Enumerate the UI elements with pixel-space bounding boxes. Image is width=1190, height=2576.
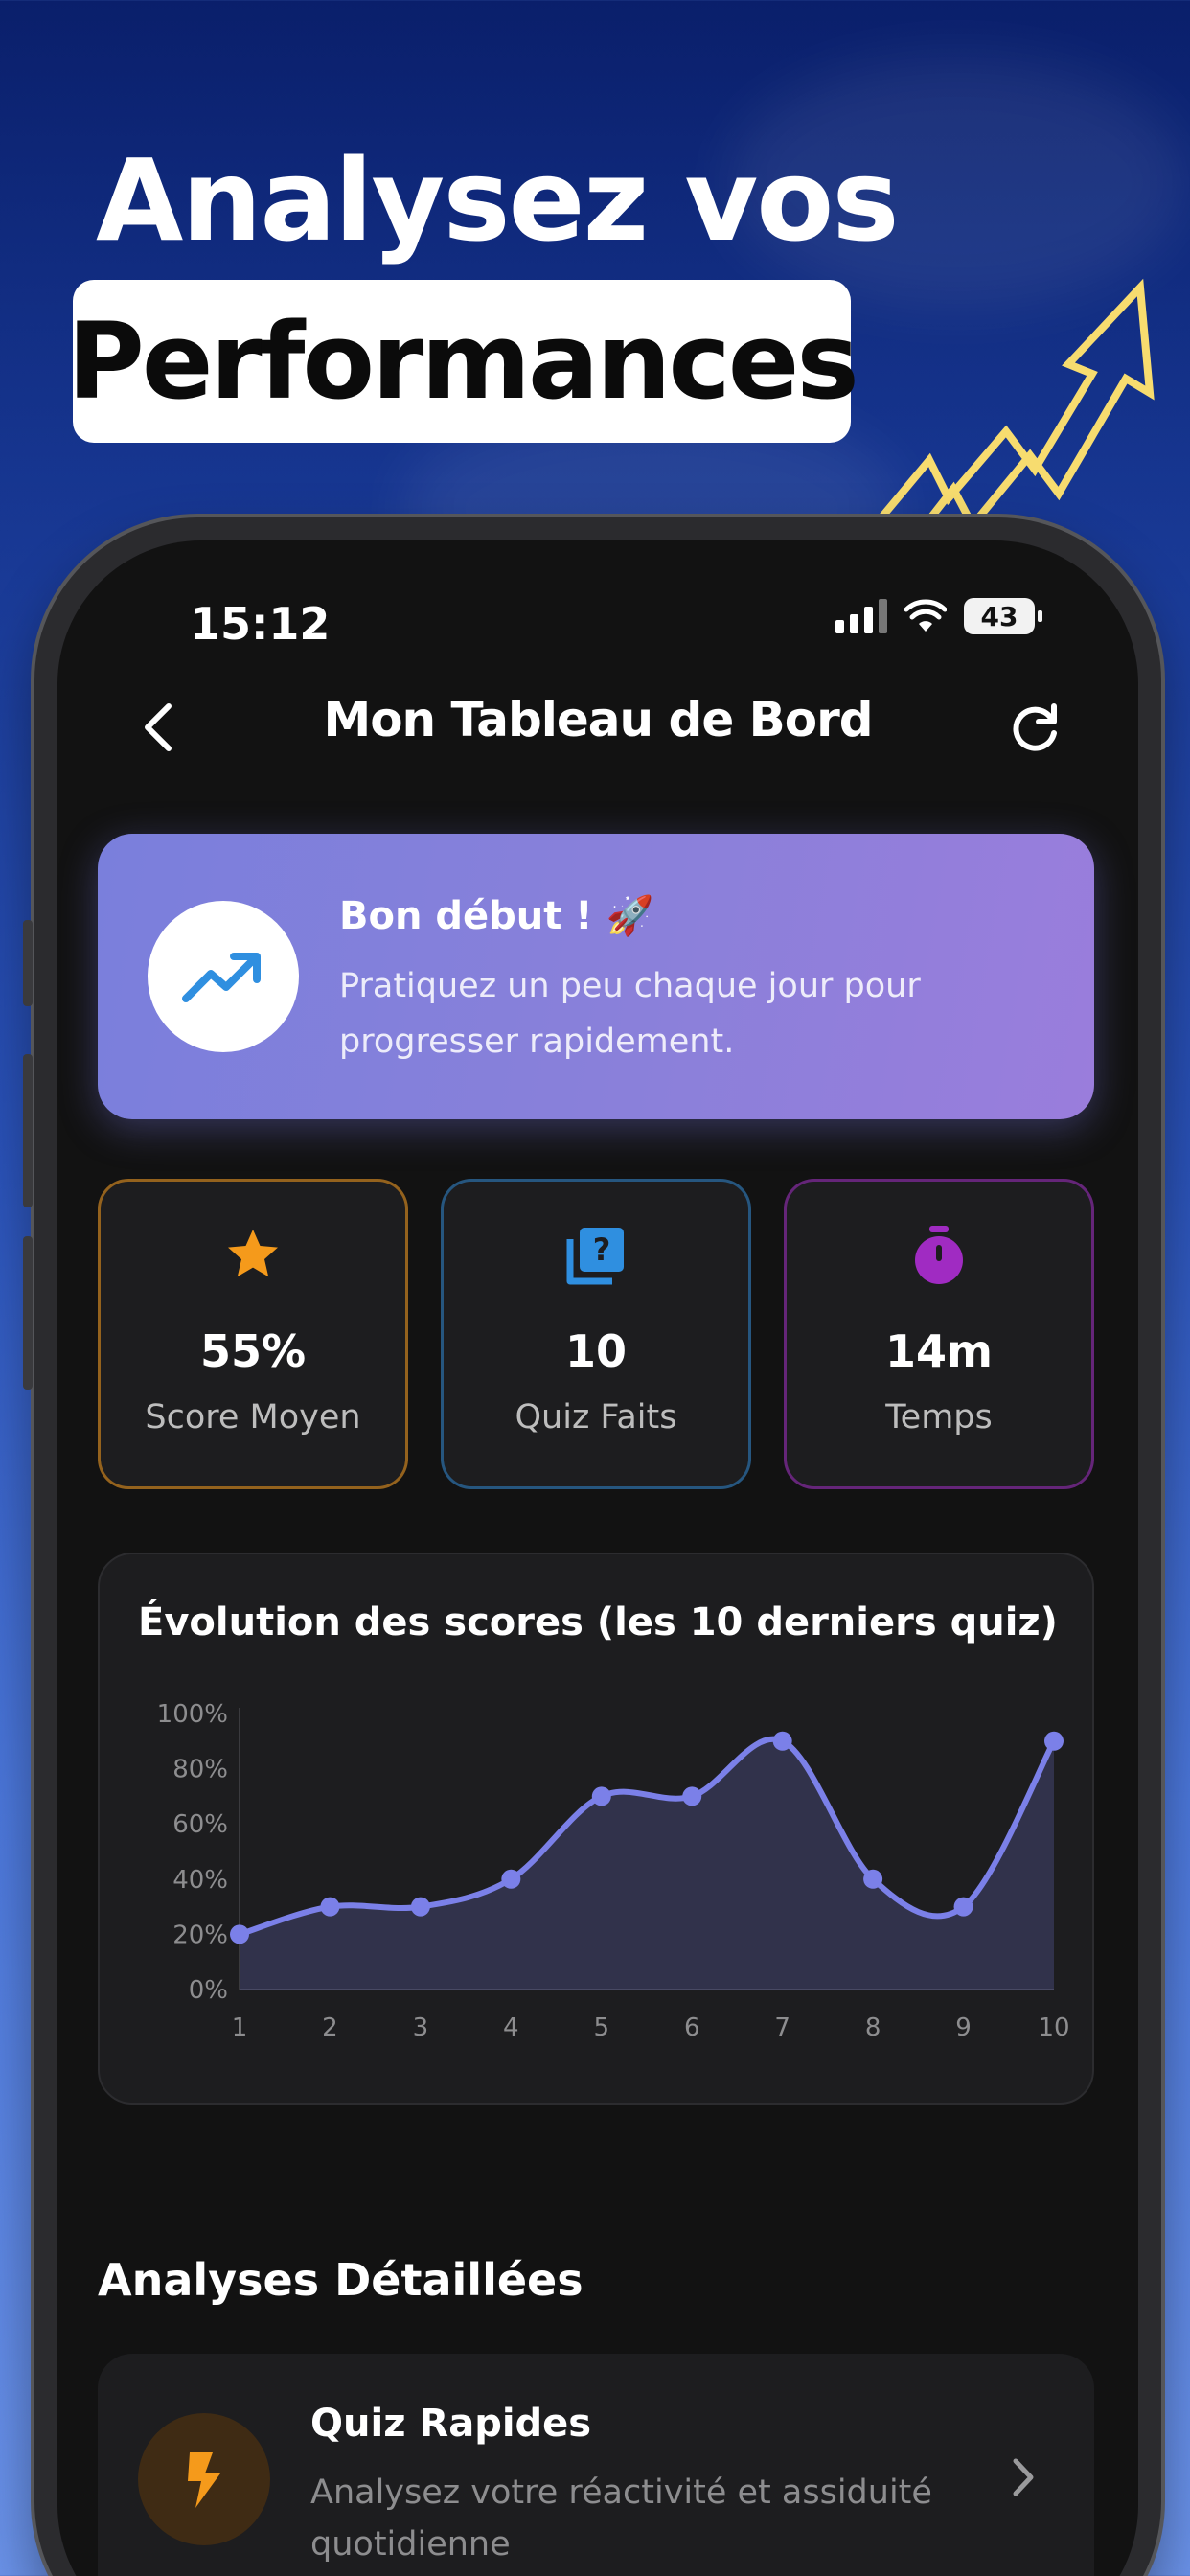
promo-headline: Analysez vos bbox=[96, 134, 900, 266]
phone-side-button bbox=[23, 1236, 33, 1390]
quiz-icon: ? bbox=[566, 1228, 624, 1285]
refresh-icon[interactable] bbox=[1006, 699, 1064, 756]
svg-text:?: ? bbox=[593, 1231, 611, 1268]
stat-label: Score Moyen bbox=[145, 1398, 361, 1437]
x-tick-label: 10 bbox=[1038, 2013, 1069, 2042]
data-point bbox=[682, 1786, 702, 1806]
stat-card-quiz: ? 10 Quiz Faits bbox=[441, 1179, 751, 1489]
stat-label: Quiz Faits bbox=[515, 1398, 677, 1437]
promo-highlight-text: Performances bbox=[67, 300, 859, 423]
y-tick-label: 40% bbox=[172, 1866, 228, 1895]
banner-title: Bon début ! 🚀 bbox=[339, 894, 654, 938]
phone-side-button bbox=[23, 1054, 33, 1208]
data-point bbox=[863, 1869, 883, 1889]
score-line-chart: 0% 20% 40% 60% 80% 100% 1 2 3 4 5 6 7 8 9 10 bbox=[157, 1700, 1070, 2042]
wifi-icon bbox=[904, 599, 947, 632]
star-icon bbox=[228, 1230, 278, 1277]
promo-highlight-box: Performances bbox=[67, 280, 859, 443]
score-chart-card: Évolution des scores (les 10 derniers qu… bbox=[98, 1552, 1094, 2104]
signal-icon bbox=[835, 599, 887, 633]
app-screen: 15:12 43 Mon Tableau de Bord Bon début !… bbox=[57, 540, 1138, 2576]
page-title: Mon Tableau de Bord bbox=[323, 692, 873, 748]
data-point bbox=[410, 1897, 430, 1917]
stat-value: 55% bbox=[199, 1325, 307, 1377]
x-tick-label: 6 bbox=[684, 2013, 700, 2042]
battery-indicator: 43 bbox=[964, 598, 1042, 634]
status-icons: 43 bbox=[835, 598, 1042, 634]
x-tick-label: 5 bbox=[594, 2013, 610, 2042]
motivation-banner: Bon début ! 🚀 Pratiquez un peu chaque jo… bbox=[98, 834, 1094, 1119]
y-tick-label: 100% bbox=[157, 1700, 228, 1729]
lightning-icon bbox=[188, 2452, 220, 2508]
phone-frame: 15:12 43 Mon Tableau de Bord Bon début !… bbox=[23, 518, 1161, 2576]
status-time: 15:12 bbox=[190, 598, 331, 650]
x-tick-label: 9 bbox=[955, 2013, 972, 2042]
stat-card-score: 55% Score Moyen bbox=[98, 1179, 408, 1489]
stat-card-time: 14m Temps bbox=[784, 1179, 1094, 1489]
zigzag-arrow-icon bbox=[875, 278, 1155, 537]
stat-value: 10 bbox=[564, 1325, 627, 1377]
x-tick-label: 3 bbox=[413, 2013, 429, 2042]
row-subtitle: Analysez votre réactivité et assiduité q… bbox=[310, 2473, 932, 2564]
data-point bbox=[501, 1869, 521, 1889]
y-tick-label: 80% bbox=[172, 1756, 228, 1784]
stat-value: 14m bbox=[885, 1325, 993, 1377]
analysis-item-quiz-rapides[interactable]: Quiz Rapides Analysez votre réactivité e… bbox=[98, 2354, 1094, 2576]
stopwatch-icon bbox=[915, 1226, 963, 1284]
y-tick-label: 60% bbox=[172, 1810, 228, 1839]
section-title: Analyses Détaillées bbox=[98, 2254, 584, 2306]
x-tick-label: 1 bbox=[232, 2013, 248, 2042]
row-title: Quiz Rapides bbox=[310, 2402, 592, 2446]
banner-icon-circle bbox=[148, 901, 299, 1052]
chevron-right-icon bbox=[1013, 2458, 1034, 2496]
x-tick-label: 7 bbox=[774, 2013, 790, 2042]
data-point bbox=[772, 1731, 792, 1751]
stat-label: Temps bbox=[885, 1398, 993, 1437]
banner-text: Pratiquez un peu chaque jour pour progre… bbox=[339, 967, 921, 1061]
phone-side-button bbox=[23, 920, 33, 1006]
y-tick-label: 20% bbox=[172, 1920, 228, 1949]
data-point bbox=[230, 1924, 249, 1944]
data-point bbox=[953, 1897, 973, 1917]
row-icon-circle bbox=[138, 2413, 270, 2545]
data-point bbox=[320, 1897, 340, 1917]
x-tick-label: 8 bbox=[865, 2013, 881, 2042]
data-point bbox=[1044, 1731, 1064, 1751]
x-tick-label: 4 bbox=[503, 2013, 519, 2042]
data-point bbox=[591, 1786, 611, 1806]
x-tick-label: 2 bbox=[322, 2013, 338, 2042]
y-tick-label: 0% bbox=[189, 1976, 228, 2005]
series-area-fill bbox=[240, 1738, 1054, 1990]
trending-up-icon bbox=[182, 953, 261, 1002]
